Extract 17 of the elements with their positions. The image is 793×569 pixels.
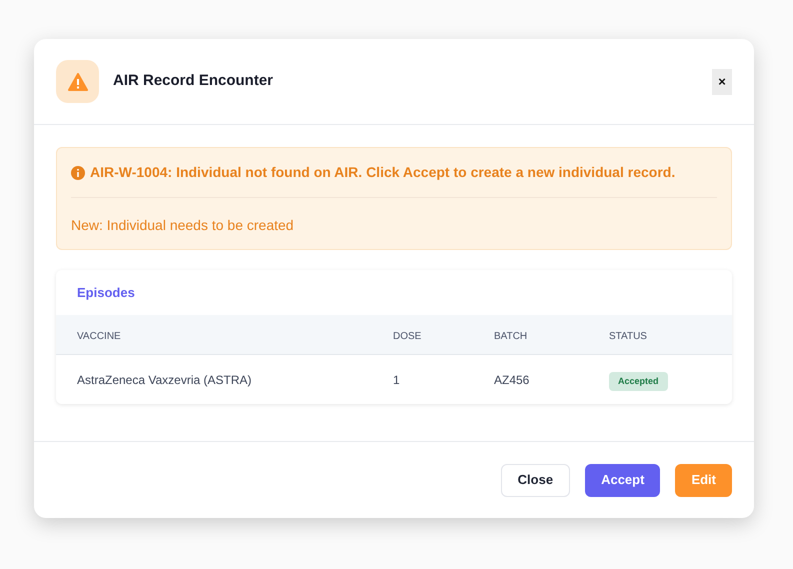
column-header: STATUS — [609, 330, 647, 342]
secondary-button[interactable]: Close — [500, 464, 570, 496]
close-button[interactable]: × — [712, 68, 732, 94]
column-header: BATCH — [494, 330, 528, 342]
info-icon — [71, 166, 85, 180]
warning-icon — [56, 60, 99, 103]
table-cell: AstraZeneca Vaxzevria (ASTRA) — [77, 372, 252, 386]
column-header: VACCINE — [77, 330, 121, 342]
table-cell: AZ456 — [494, 372, 530, 386]
alert-detail: New: Individual needs to be created — [71, 216, 295, 235]
column-header: DOSE — [393, 330, 422, 342]
table-cell: 1 — [393, 372, 400, 386]
card-title: Episodes — [77, 284, 135, 302]
dialog-title: AIR Record Encounter — [113, 71, 274, 92]
primary-button[interactable]: Accept — [585, 464, 660, 496]
status-badge: Accepted — [609, 372, 668, 391]
alert-message: AIR-W-1004: Individual not found on AIR. Click Accept to create a new individual record. — [90, 163, 676, 182]
